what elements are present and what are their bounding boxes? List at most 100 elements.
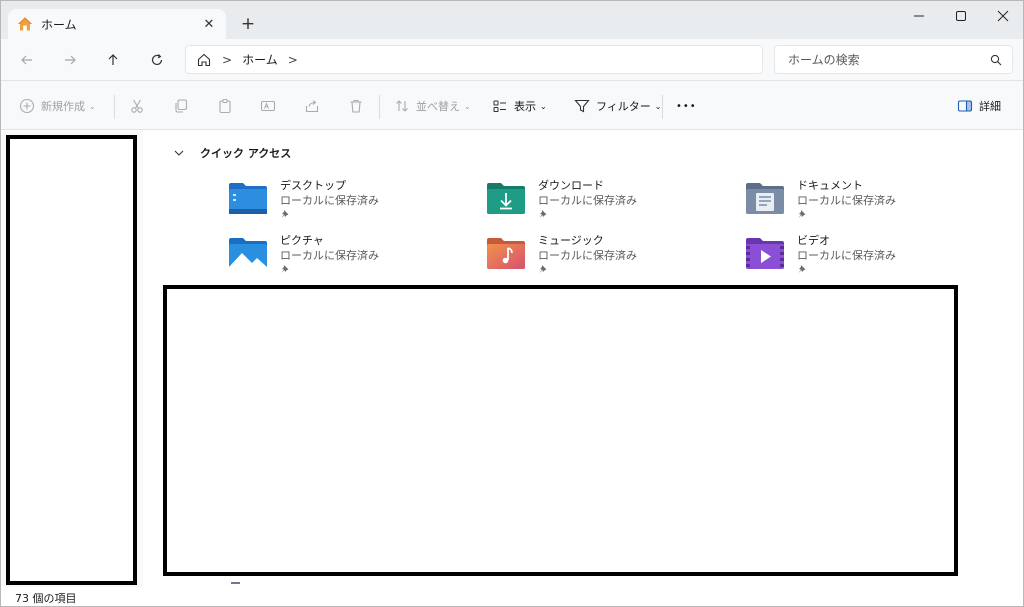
home-outline-icon <box>197 53 211 66</box>
arrow-up-icon <box>108 54 118 65</box>
chevron-down-icon <box>174 150 184 156</box>
quick-access-title: クイック アクセス <box>200 147 292 160</box>
breadcrumb-separator[interactable]: > <box>288 53 298 67</box>
redacted-navigation-pane <box>6 135 137 585</box>
pin-icon <box>281 265 289 273</box>
more-icon: ••• <box>676 100 697 112</box>
sort-label: 並べ替え <box>416 100 460 113</box>
refresh-button[interactable] <box>143 47 171 73</box>
pin-icon <box>798 265 806 273</box>
new-tab-button[interactable]: + <box>237 13 259 35</box>
filter-button[interactable]: フィルター ⌄ <box>574 93 661 119</box>
view-label: 表示 <box>514 100 536 113</box>
breadcrumb-separator: > <box>222 52 233 67</box>
copy-button[interactable] <box>173 93 189 119</box>
chevron-down-icon: ⌄ <box>540 101 547 111</box>
breadcrumb-home[interactable]: ホーム <box>242 51 278 68</box>
quick-access-item[interactable]: デスクトップ ローカルに保存済み <box>228 179 428 229</box>
divider <box>379 95 380 119</box>
chevron-down-icon: ⌄ <box>464 101 471 111</box>
sort-button[interactable]: 並べ替え ⌄ <box>394 93 471 119</box>
share-button[interactable] <box>304 93 320 119</box>
item-name: ダウンロード <box>538 179 604 192</box>
pin-icon <box>798 210 806 218</box>
forward-button[interactable] <box>56 47 84 73</box>
pictures-folder-icon <box>229 238 267 269</box>
scissors-icon <box>131 99 143 113</box>
music-folder-icon <box>487 238 525 269</box>
filter-label: フィルター <box>596 100 651 113</box>
maximize-button[interactable] <box>941 1 981 31</box>
status-bar: 73 個の項目 <box>1 587 1023 606</box>
redacted-content-area <box>163 285 958 576</box>
new-label: 新規作成 <box>41 100 85 113</box>
chevron-down-icon: ⌄ <box>89 101 96 111</box>
quick-access-item[interactable]: ビデオ ローカルに保存済み <box>745 234 945 284</box>
quick-access-item[interactable]: ドキュメント ローカルに保存済み <box>745 179 945 229</box>
new-button[interactable]: 新規作成 ⌄ <box>19 93 96 119</box>
close-window-button[interactable] <box>983 1 1023 31</box>
back-button[interactable] <box>13 47 41 73</box>
share-icon <box>305 100 319 113</box>
address-row: > ホーム > <box>1 39 1023 81</box>
quick-access-item[interactable]: ダウンロード ローカルに保存済み <box>486 179 686 229</box>
delete-button[interactable] <box>348 93 364 119</box>
details-pane-button[interactable]: 詳細 <box>957 93 1001 119</box>
chevron-down-icon: ⌄ <box>654 101 662 111</box>
up-button[interactable] <box>99 47 127 73</box>
item-location: ローカルに保存済み <box>797 194 896 207</box>
details-pane-icon <box>957 100 973 112</box>
videos-folder-icon <box>746 238 784 269</box>
item-name: ピクチャ <box>280 234 324 247</box>
trash-icon <box>350 99 362 113</box>
home-icon <box>18 17 32 31</box>
sort-icon <box>396 100 408 112</box>
plus-circle-icon <box>19 98 35 114</box>
maximize-icon <box>956 11 966 21</box>
minimize-button[interactable] <box>899 1 939 31</box>
downloads-folder-icon <box>487 183 525 214</box>
scroll-indicator <box>231 582 240 584</box>
item-count: 73 個の項目 <box>15 592 77 605</box>
copy-icon <box>175 99 188 113</box>
cut-button[interactable] <box>129 93 145 119</box>
address-bar[interactable]: > ホーム > <box>185 45 763 74</box>
item-name: ドキュメント <box>797 179 863 192</box>
item-location: ローカルに保存済み <box>538 194 637 207</box>
quick-access-item[interactable]: ピクチャ ローカルに保存済み <box>228 234 428 284</box>
rename-button[interactable] <box>260 93 276 119</box>
arrow-left-icon <box>21 55 32 65</box>
details-label: 詳細 <box>979 100 1001 113</box>
close-tab-icon[interactable]: ✕ <box>200 15 218 33</box>
divider <box>662 95 663 119</box>
item-name: ミュージック <box>538 234 604 247</box>
pin-icon <box>539 265 547 273</box>
close-icon <box>997 10 1009 22</box>
item-location: ローカルに保存済み <box>797 249 896 262</box>
quick-access-item[interactable]: ミュージック ローカルに保存済み <box>486 234 686 284</box>
pin-icon <box>281 210 289 218</box>
title-bar: ホーム ✕ + <box>1 1 1023 39</box>
minimize-icon <box>914 15 924 17</box>
tab-title: ホーム <box>41 17 77 32</box>
more-options-button[interactable]: ••• <box>676 93 697 119</box>
search-input[interactable] <box>788 52 990 67</box>
item-location: ローカルに保存済み <box>280 194 379 207</box>
file-explorer-window: ホーム ✕ + > ホーム > ホームの検索 新規作成 ⌄ 並べ替え ⌄ 表示 … <box>0 0 1024 607</box>
search-icon <box>990 54 1002 65</box>
paste-button[interactable] <box>217 93 233 119</box>
desktop-folder-icon <box>229 183 267 214</box>
item-location: ローカルに保存済み <box>538 249 637 262</box>
divider <box>114 95 115 119</box>
quick-access-header[interactable]: クイック アクセス <box>173 145 291 161</box>
item-name: ビデオ <box>797 234 830 247</box>
documents-folder-icon <box>746 183 784 214</box>
refresh-icon <box>151 54 163 66</box>
rename-icon <box>260 100 276 112</box>
pin-icon <box>539 210 547 218</box>
arrow-right-icon <box>65 55 76 65</box>
tab-home[interactable]: ホーム ✕ <box>8 9 226 39</box>
search-box[interactable] <box>774 45 1013 74</box>
command-bar: 新規作成 ⌄ 並べ替え ⌄ 表示 ⌄ フィルター ⌄ ••• 詳細 <box>1 81 1023 130</box>
view-button[interactable]: 表示 ⌄ <box>492 93 547 119</box>
